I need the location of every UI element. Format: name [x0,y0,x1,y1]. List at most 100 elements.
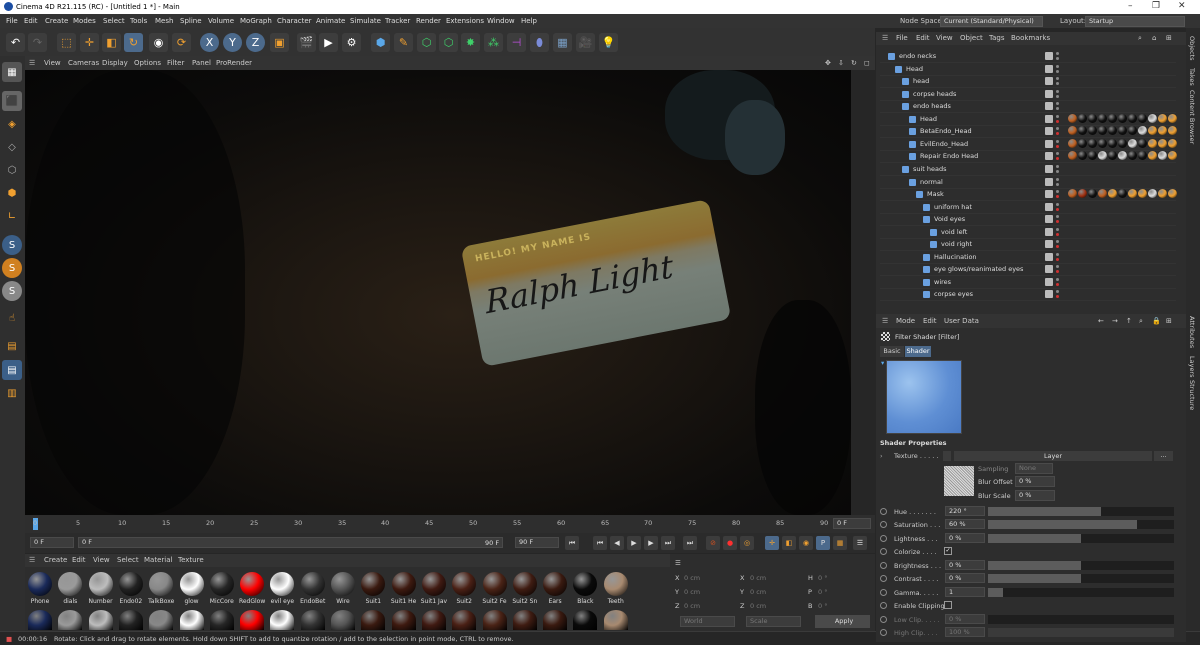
tab-basic[interactable]: Basic [880,346,904,357]
material-tag-icon[interactable] [1088,113,1097,123]
menu-modes[interactable]: Modes [73,17,96,25]
autokeying-icon[interactable]: ● [723,536,737,550]
blur-scale-field[interactable]: 0 % [1015,490,1055,501]
material-swatch[interactable]: Suit2 Sn [510,572,540,605]
attribute-search-icon[interactable]: ⌕ [1139,317,1143,326]
play-icon[interactable]: ▶ [627,536,641,550]
viewport-menu-prorender[interactable]: ProRender [216,59,252,67]
editor-visibility-dot[interactable] [1056,177,1059,181]
material-tag-icon[interactable] [1098,138,1107,148]
render-settings-icon[interactable]: ⚙ [342,33,361,52]
layer-checkbox[interactable] [1045,102,1053,111]
render-visibility-dot[interactable] [1056,169,1059,173]
editor-visibility-dot[interactable] [1056,277,1059,281]
material-tag-icon[interactable] [1118,126,1127,136]
editor-visibility-dot[interactable] [1056,215,1059,219]
layer-checkbox[interactable] [1045,127,1053,136]
material-menu-create[interactable]: Create [44,556,67,564]
render-view-icon[interactable]: 🎬 [297,33,316,52]
tab-attributes[interactable]: Attributes [1188,316,1196,348]
object-row[interactable]: void left [880,227,1176,239]
material-swatch[interactable]: Suit1 He [389,572,419,605]
render-visibility-dot[interactable] [1056,94,1059,98]
material-tag-icon[interactable] [1078,126,1087,136]
material-swatch[interactable]: TalkBoxe [146,572,176,605]
material-tag-icon[interactable] [1088,189,1097,199]
animation-key-radio[interactable] [880,575,887,582]
menu-file[interactable]: File [6,17,18,25]
shader-param-value[interactable]: 0 % [945,560,985,570]
menu-mograph[interactable]: MoGraph [240,17,272,25]
material-swatch-row2[interactable] [391,610,416,630]
attribute-menu-mode[interactable]: Mode [896,317,915,325]
floor-environment-icon[interactable]: ▦ [553,33,572,52]
object-row[interactable]: void right [880,239,1176,252]
object-row[interactable]: uniform hat [880,202,1176,214]
material-menu-material[interactable]: Material [144,556,172,564]
rot-p-field[interactable]: 0 ° [818,588,827,596]
animation-key-radio[interactable] [880,616,887,623]
render-visibility-dot[interactable] [1056,207,1059,211]
material-swatch-row2[interactable] [543,610,568,630]
material-tag-icon[interactable] [1138,138,1147,148]
layer-checkbox[interactable] [1045,265,1053,274]
material-tag-icon[interactable] [1078,189,1087,199]
recent-tools-icon[interactable]: ◉ [149,33,168,52]
material-swatch-row2[interactable] [118,610,143,630]
position-key-icon[interactable]: ✛ [765,536,779,550]
material-swatch-row2[interactable] [512,610,537,630]
material-swatch[interactable]: Teeth [601,572,631,605]
size-z-field[interactable]: 0 cm [750,602,766,610]
start-frame-field[interactable]: 0 F [30,537,74,548]
material-swatch[interactable]: Suit1 [358,572,388,605]
animation-key-radio[interactable] [880,629,887,636]
animation-key-radio[interactable] [880,562,887,569]
tab-layers[interactable]: Layers [1188,356,1196,378]
material-tag-icon[interactable] [1118,138,1127,148]
go-to-end-icon[interactable]: ⏭ [683,536,697,550]
cube-object-icon[interactable]: ⬢ [371,33,390,52]
object-name[interactable]: suit heads [913,165,947,173]
timeline-menu-icon[interactable]: ☰ [853,536,867,550]
texture-layer-field[interactable]: Layer [954,451,1152,461]
end-frame-field[interactable]: 90 F [515,537,559,548]
object-name[interactable]: wires [934,278,951,286]
material-tag-icon[interactable] [1148,126,1157,136]
workplane-icon[interactable]: ▤ [2,336,22,356]
render-to-picture-viewer-icon[interactable]: ▶ [319,33,338,52]
object-row[interactable]: endo necks [880,51,1176,63]
object-search-icon[interactable]: ⌕ [1138,34,1142,43]
material-tag-icon[interactable] [1128,113,1137,123]
object-row[interactable]: head [880,76,1176,89]
shader-param-slider[interactable] [988,561,1174,570]
material-hamburger-icon[interactable]: ☰ [29,556,35,564]
viewport-hamburger-icon[interactable]: ☰ [29,59,35,67]
snap-icon[interactable]: S [2,235,22,255]
tab-objects[interactable]: Objects [1188,36,1196,61]
editor-visibility-dot[interactable] [1056,114,1059,118]
material-tag-icon[interactable] [1128,126,1137,136]
shader-param-value[interactable]: 1 [945,587,985,597]
layer-checkbox[interactable] [1045,152,1053,161]
material-tag-icon[interactable] [1128,151,1137,161]
move-tool-icon[interactable]: ✛ [80,33,99,52]
layer-checkbox[interactable] [1045,89,1053,98]
object-row[interactable]: eye glows/reanimated eyes [880,264,1176,277]
animation-key-radio[interactable] [880,508,887,515]
material-tag-icon[interactable] [1108,138,1117,148]
redo-icon[interactable]: ↷ [28,33,47,52]
object-name[interactable]: BetaEndo_Head [920,127,972,135]
maximize-icon[interactable]: ❐ [1152,1,1160,11]
apply-button[interactable]: Apply [815,615,870,628]
layer-checkbox[interactable] [1045,240,1053,249]
material-tag-icon[interactable] [1068,151,1077,161]
render-visibility-dot[interactable] [1056,232,1059,236]
rot-b-field[interactable]: 0 ° [818,602,827,610]
material-tag-icon[interactable] [1068,126,1077,136]
render-visibility-dot[interactable] [1056,282,1059,286]
extrude-generator-icon[interactable]: ⬡ [439,33,458,52]
polygons-mode-icon[interactable]: ∟ [2,206,22,226]
material-tag-icon[interactable] [1138,113,1147,123]
object-menu-file[interactable]: File [896,34,908,42]
editor-visibility-dot[interactable] [1056,152,1059,156]
